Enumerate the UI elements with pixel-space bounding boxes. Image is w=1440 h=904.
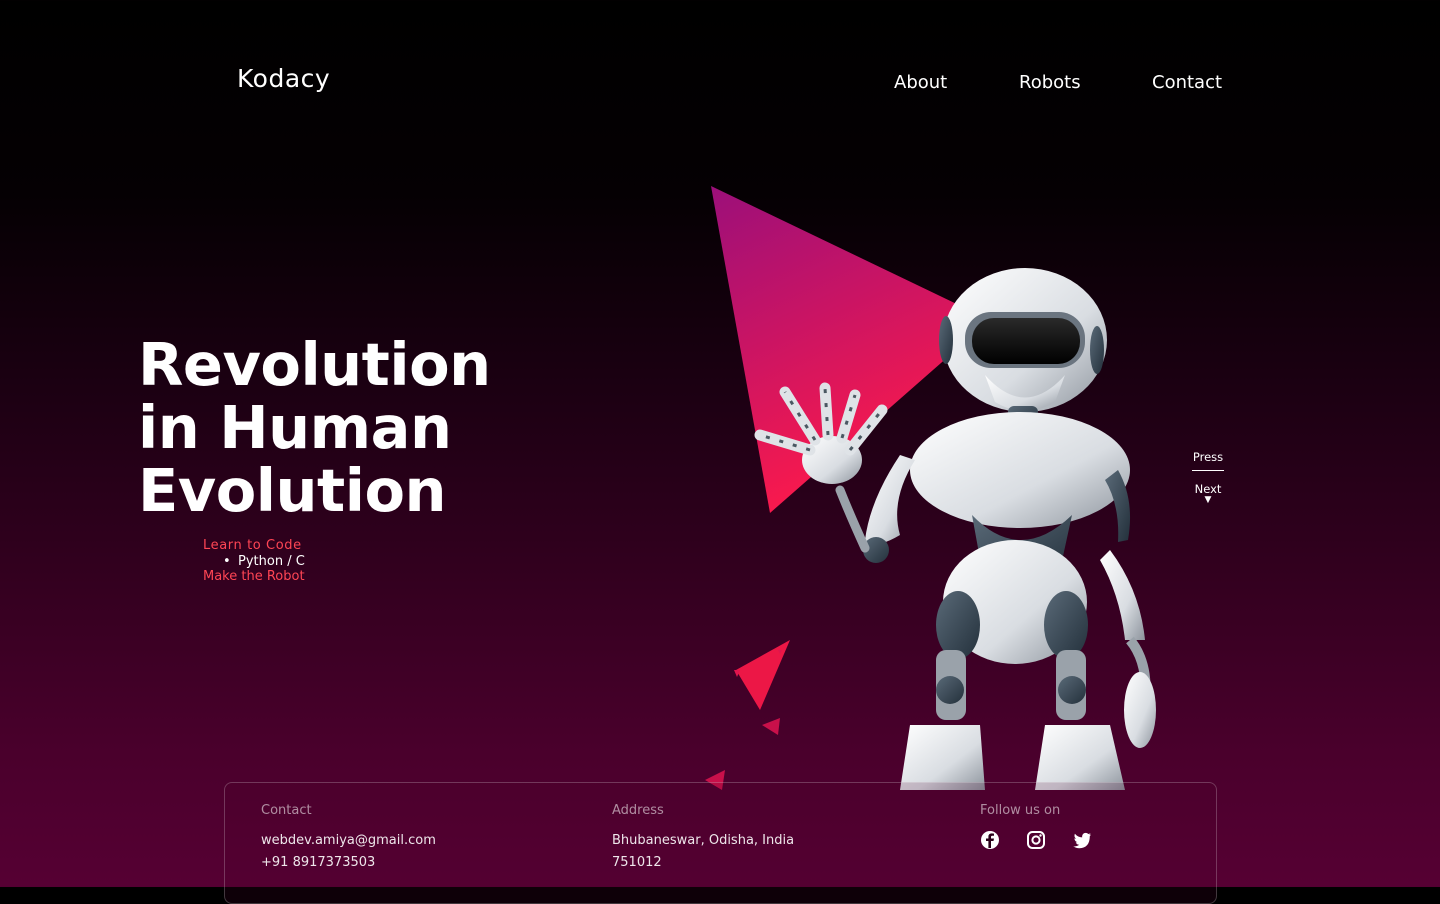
contact-phone[interactable]: +91 8917373503 bbox=[261, 852, 436, 874]
hero-subtext: Learn to Code Python / C Make the Robot bbox=[203, 538, 305, 585]
address-line-2: 751012 bbox=[612, 855, 662, 870]
press-next-control[interactable]: Press Next ▼ bbox=[1190, 450, 1226, 505]
press-label: Press bbox=[1192, 450, 1224, 464]
follow-heading: Follow us on bbox=[980, 803, 1061, 818]
nav-contact[interactable]: Contact bbox=[1152, 72, 1222, 93]
headline-line-2: in Human bbox=[138, 393, 452, 462]
hero-headline: Revolution in Human Evolution bbox=[138, 333, 558, 522]
address-heading: Address bbox=[612, 803, 664, 818]
python-c-bullet: Python / C bbox=[203, 554, 305, 570]
facebook-icon[interactable] bbox=[980, 830, 1000, 850]
chevron-down-icon[interactable]: ▼ bbox=[1190, 496, 1226, 505]
learn-to-code-text: Learn to Code bbox=[203, 538, 302, 553]
nav-about[interactable]: About bbox=[894, 72, 947, 93]
footer-address: Address Bhubaneswar, Odisha, India 75101… bbox=[612, 803, 794, 874]
footer-contact: Contact webdev.amiya@gmail.com +91 89173… bbox=[261, 803, 436, 874]
python-c-text: Python / C bbox=[238, 553, 305, 569]
press-divider bbox=[1192, 470, 1224, 471]
nav-robots[interactable]: Robots bbox=[1019, 72, 1081, 93]
social-links bbox=[980, 830, 1092, 850]
footer-follow: Follow us on bbox=[980, 803, 1092, 850]
instagram-icon[interactable] bbox=[1026, 830, 1046, 850]
footer-panel: Contact webdev.amiya@gmail.com +91 89173… bbox=[224, 782, 1217, 904]
make-robot-text: Make the Robot bbox=[203, 569, 305, 584]
site-logo[interactable]: Kodacy bbox=[237, 64, 330, 93]
headline-line-3: Evolution bbox=[138, 456, 447, 525]
headline-line-1: Revolution bbox=[138, 330, 491, 399]
address-line-1: Bhubaneswar, Odisha, India bbox=[612, 833, 795, 848]
robot-illustration bbox=[705, 186, 1156, 790]
contact-email[interactable]: webdev.amiya@gmail.com bbox=[261, 830, 436, 852]
twitter-icon[interactable] bbox=[1072, 830, 1092, 850]
contact-heading: Contact bbox=[261, 803, 312, 818]
next-label[interactable]: Next bbox=[1190, 482, 1226, 496]
